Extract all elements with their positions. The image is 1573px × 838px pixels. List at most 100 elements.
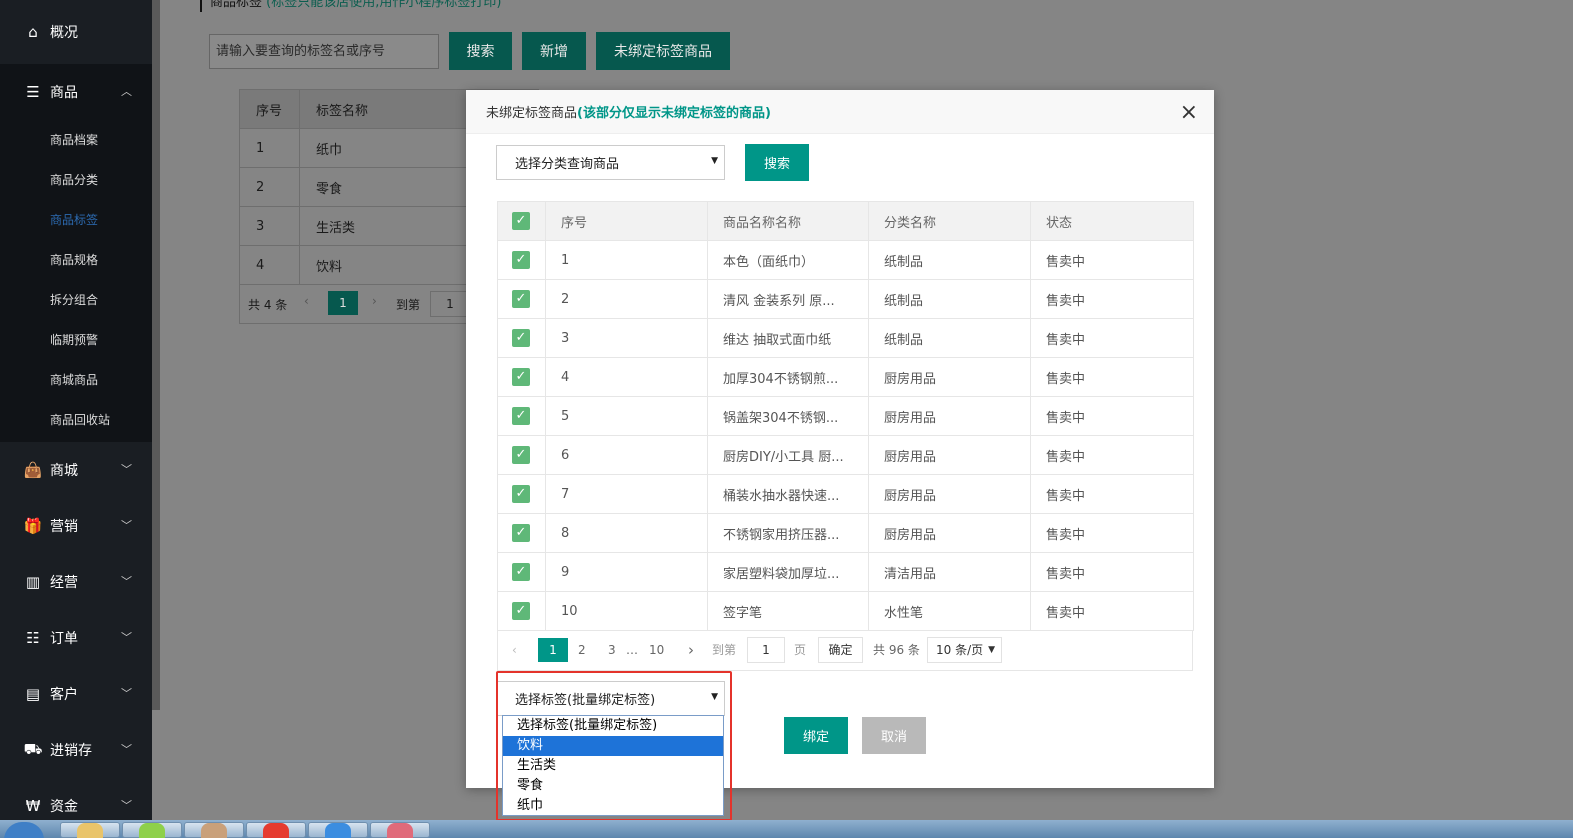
row-checkbox[interactable]: ✓ (497, 357, 546, 397)
row-checkbox[interactable]: ✓ (497, 240, 546, 280)
search-input[interactable] (209, 34, 439, 69)
check-icon: ✓ (512, 329, 530, 347)
row-checkbox[interactable]: ✓ (497, 552, 546, 592)
check-icon: ✓ (512, 446, 530, 464)
chevron-up-icon: ︿ (121, 85, 132, 98)
table-cell: 3 (545, 318, 708, 358)
table-row[interactable]: ✓ 5 锅盖架304不锈钢... 厨房用品 售卖中 (497, 396, 1194, 436)
submenu-item-active[interactable]: 商品标签 (0, 200, 152, 240)
table-cell: 1 (239, 128, 300, 168)
goto-confirm-button[interactable]: 确定 (818, 637, 863, 663)
next-page-icon[interactable]: › (688, 638, 694, 662)
per-page-select[interactable]: 10 条/页 ▼ (927, 637, 1002, 663)
taskbar-app[interactable] (246, 822, 306, 838)
submenu-item[interactable]: 商品档案 (0, 120, 152, 160)
pager-goto-label: 到第 (396, 298, 421, 312)
taskbar-app[interactable] (370, 822, 430, 838)
submenu-item[interactable]: 拆分组合 (0, 280, 152, 320)
prev-page-icon[interactable]: ‹ (304, 294, 309, 308)
chevron-down-icon: ﹀ (121, 687, 132, 700)
row-checkbox[interactable]: ✓ (497, 591, 546, 631)
table-cell: 售卖中 (1030, 357, 1194, 397)
table-row[interactable]: ✓ 10 签字笔 水性笔 售卖中 (497, 591, 1194, 631)
submenu-item[interactable]: 商品分类 (0, 160, 152, 200)
select-all-checkbox[interactable]: ✓ (497, 201, 546, 241)
page-link[interactable]: 2 (578, 638, 586, 662)
table-cell: 9 (545, 552, 708, 592)
sidebar-item-orders[interactable]: ☷ 订单 ﹀ (0, 610, 152, 666)
close-icon[interactable]: × (1180, 100, 1198, 125)
row-checkbox[interactable]: ✓ (497, 513, 546, 553)
row-checkbox[interactable]: ✓ (497, 474, 546, 514)
add-button[interactable]: 新增 (522, 32, 586, 70)
goto-page-input[interactable]: 1 (430, 291, 470, 317)
page-link[interactable]: 10 (649, 638, 664, 662)
table-row[interactable]: ✓ 4 加厚304不锈钢煎... 厨房用品 售卖中 (497, 357, 1194, 397)
sidebar-item-customers[interactable]: ▤ 客户 ﹀ (0, 666, 152, 722)
submenu-item[interactable]: 商品规格 (0, 240, 152, 280)
next-page-icon[interactable]: › (372, 294, 377, 308)
table-cell: 厨房用品 (868, 474, 1031, 514)
sidebar-item-label: 营销 (50, 519, 78, 535)
table-row[interactable]: ✓ 6 厨房DIY/小工具 厨... 厨房用品 售卖中 (497, 435, 1194, 475)
row-checkbox[interactable]: ✓ (497, 435, 546, 475)
chevron-down-icon: ﹀ (121, 799, 132, 812)
sidebar-item-overview[interactable]: ⌂ 概况 (0, 0, 152, 64)
check-icon: ✓ (512, 524, 530, 542)
table-cell: 纸制品 (868, 240, 1031, 280)
submenu-item[interactable]: 商城商品 (0, 360, 152, 400)
menu-icon: ☰ (26, 83, 40, 101)
table-row[interactable]: ✓ 9 家居塑料袋加厚垃... 清洁用品 售卖中 (497, 552, 1194, 592)
row-checkbox[interactable]: ✓ (497, 279, 546, 319)
taskbar-app[interactable] (60, 822, 120, 838)
table-row[interactable]: ✓ 3 维达 抽取式面巾纸 纸制品 售卖中 (497, 318, 1194, 358)
sidebar-item-label: 商品 (50, 85, 78, 101)
page-link[interactable]: 3 (608, 638, 616, 662)
table-cell: 4 (545, 357, 708, 397)
page-title-text: 商品标签 (210, 0, 263, 10)
sidebar-item-business[interactable]: ▥ 经营 ﹀ (0, 554, 152, 610)
check-icon: ✓ (512, 368, 530, 386)
goto-page-input[interactable]: 1 (747, 637, 785, 663)
sidebar: ⌂ 概况 ☰ 商品 ︿ 商品档案 商品分类 商品标签 商品规格 拆分组合 临期预… (0, 0, 152, 820)
sidebar-item-label: 商城 (50, 463, 78, 479)
start-orb[interactable] (4, 822, 44, 838)
table-cell: 6 (545, 435, 708, 475)
table-cell: 售卖中 (1030, 591, 1194, 631)
sidebar-item-mall[interactable]: 👜 商城 ﹀ (0, 442, 152, 498)
unbound-products-button[interactable]: 未绑定标签商品 (596, 32, 730, 70)
row-checkbox[interactable]: ✓ (497, 396, 546, 436)
current-page[interactable]: 1 (328, 291, 358, 315)
submenu-item[interactable]: 临期预警 (0, 320, 152, 360)
products-pager: ‹ 1 2 3 … 10 › 到第 1 页 确定 共 96 条 10 条/页 ▼ (497, 630, 1193, 671)
sidebar-item-product[interactable]: ☰ 商品 ︿ (0, 64, 152, 120)
table-row[interactable]: ✓ 1 本色（面纸巾） 纸制品 售卖中 (497, 240, 1194, 280)
sidebar-item-label: 订单 (50, 631, 78, 647)
prev-page-icon[interactable]: ‹ (512, 638, 517, 662)
category-select-value: 选择分类查询商品 (515, 157, 620, 172)
scrollbar[interactable] (152, 0, 160, 710)
taskbar-app[interactable] (184, 822, 244, 838)
row-checkbox[interactable]: ✓ (497, 318, 546, 358)
pager-goto-label: 到第 (712, 643, 737, 657)
cancel-button[interactable]: 取消 (862, 717, 926, 754)
taskbar-app[interactable] (122, 822, 182, 838)
table-row[interactable]: ✓ 7 桶装水抽水器快速... 厨房用品 售卖中 (497, 474, 1194, 514)
table-cell: 纸制品 (868, 279, 1031, 319)
check-icon: ✓ (512, 290, 530, 308)
search-button[interactable]: 搜索 (449, 32, 512, 70)
submenu-item[interactable]: 商品回收站 (0, 400, 152, 440)
taskbar-app[interactable] (308, 822, 368, 838)
bind-button[interactable]: 绑定 (784, 717, 848, 754)
product-submenu: 商品档案 商品分类 商品标签 商品规格 拆分组合 临期预警 商城商品 商品回收站 (0, 120, 152, 442)
table-row[interactable]: ✓ 2 清风 金装系列 原... 纸制品 售卖中 (497, 279, 1194, 319)
current-page[interactable]: 1 (538, 638, 568, 662)
sidebar-item-inventory[interactable]: ⛟ 进销存 ﹀ (0, 722, 152, 778)
sidebar-item-marketing[interactable]: 🎁 营销 ﹀ (0, 498, 152, 554)
per-page-value: 10 条/页 (936, 643, 984, 657)
modal-search-button[interactable]: 搜索 (745, 144, 809, 181)
table-cell: 售卖中 (1030, 552, 1194, 592)
table-cell: 不锈钢家用挤压器... (707, 513, 869, 553)
table-row[interactable]: ✓ 8 不锈钢家用挤压器... 厨房用品 售卖中 (497, 513, 1194, 553)
category-select[interactable]: 选择分类查询商品 ▼ (496, 145, 725, 180)
